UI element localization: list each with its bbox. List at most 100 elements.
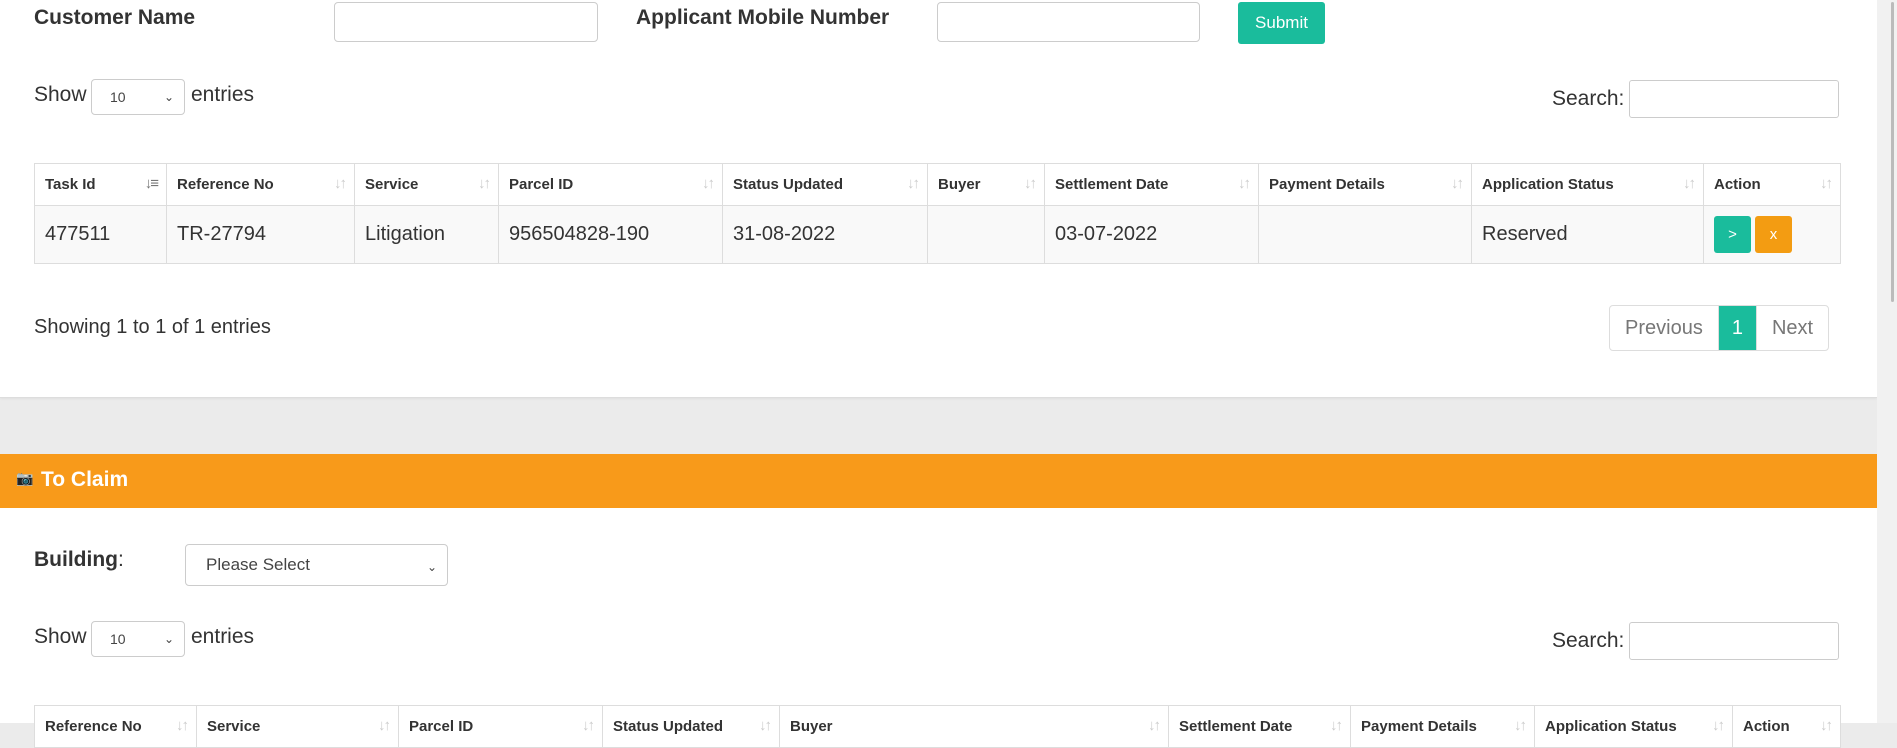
column-label: Settlement Date — [1055, 176, 1169, 193]
column-label: Parcel ID — [509, 176, 574, 193]
table-row: 477511 TR-27794 Litigation 956504828-190… — [34, 205, 1841, 264]
cell-status-updated: 31-08-2022 — [722, 205, 928, 264]
scrollbar-thumb[interactable] — [1891, 2, 1894, 302]
column-header-buyer[interactable]: Buyer ↓↑ — [779, 705, 1169, 748]
pagination-next[interactable]: Next — [1755, 306, 1828, 350]
cell-buyer — [927, 205, 1045, 264]
claim-header: 📷 To Claim — [0, 454, 1877, 508]
column-header-settlement-date[interactable]: Settlement Date ↓↑ — [1168, 705, 1351, 748]
column-label: Status Updated — [613, 718, 724, 735]
pagination-previous[interactable]: Previous — [1610, 306, 1719, 350]
column-label: Action — [1714, 176, 1761, 193]
column-header-buyer[interactable]: Buyer ↓↑ — [927, 163, 1045, 206]
sort-icon: ↓↑ — [334, 175, 347, 192]
sort-icon: ↓↑ — [1330, 717, 1343, 734]
search-label: Search: — [1552, 87, 1625, 110]
column-label: Action — [1743, 718, 1790, 735]
column-header-service[interactable]: Service ↓↑ — [354, 163, 499, 206]
column-label: Status Updated — [733, 176, 844, 193]
proceed-button[interactable]: > — [1714, 216, 1751, 253]
claim-table: Reference No ↓↑ Service ↓↑ Parcel ID ↓↑ Sta… — [34, 705, 1841, 748]
column-header-action[interactable]: Action ↓↑ — [1703, 163, 1841, 206]
column-label: Service — [365, 176, 419, 193]
mobile-number-input[interactable] — [937, 2, 1200, 42]
column-header-application-status[interactable]: Application Status ↓↑ — [1534, 705, 1733, 748]
cell-application-status: Reserved — [1471, 205, 1704, 264]
customer-name-label: Customer Name — [34, 6, 196, 29]
column-header-action[interactable]: Action ↓↑ — [1732, 705, 1841, 748]
cell-parcel-id: 956504828-190 — [498, 205, 723, 264]
entries-length-value: 10 — [110, 89, 126, 105]
sort-icon: ↓↑ — [1148, 717, 1161, 734]
chevron-down-icon: ⌄ — [163, 90, 174, 104]
sort-icon: ↓↑ — [1451, 175, 1464, 192]
sort-icon: ↓↑ — [1820, 175, 1833, 192]
column-label: Task Id — [45, 176, 96, 193]
column-label: Reference No — [177, 176, 274, 193]
column-label: Reference No — [45, 718, 142, 735]
claim-title: To Claim — [41, 468, 129, 491]
pagination-page-1[interactable]: 1 — [1718, 306, 1756, 350]
column-label: Parcel ID — [409, 718, 474, 735]
sort-icon: ↓↑ — [1024, 175, 1037, 192]
column-header-reference-no[interactable]: Reference No ↓↑ — [166, 163, 355, 206]
task-table: Task Id ↓≡ Reference No ↓↑ Service ↓↑ Parce… — [34, 163, 1841, 264]
sort-icon: ↓↑ — [1820, 717, 1833, 734]
building-label-text: Building — [34, 548, 118, 571]
cell-task-id: 477511 — [34, 205, 167, 264]
claim-search-label: Search: — [1552, 629, 1625, 652]
sort-icon: ↓↑ — [1514, 717, 1527, 734]
building-select[interactable]: Please Select ⌄ — [185, 544, 448, 586]
column-header-parcel-id[interactable]: Parcel ID ↓↑ — [498, 163, 723, 206]
claim-entries-length-select[interactable]: 10 ⌄ — [91, 621, 185, 657]
cell-action: > x — [1703, 205, 1841, 264]
column-label: Application Status — [1545, 718, 1677, 735]
cell-settlement-date: 03-07-2022 — [1044, 205, 1259, 264]
claim-entries-length-value: 10 — [110, 631, 126, 647]
entries-length-select[interactable]: 10 ⌄ — [91, 79, 185, 115]
column-label: Buyer — [790, 718, 833, 735]
sort-icon: ↓↑ — [478, 175, 491, 192]
column-header-service[interactable]: Service ↓↑ — [196, 705, 399, 748]
table-info: Showing 1 to 1 of 1 entries — [34, 316, 271, 338]
claim-show-label: Show — [34, 625, 87, 648]
sort-icon: ↓↑ — [907, 175, 920, 192]
column-header-reference-no[interactable]: Reference No ↓↑ — [34, 705, 197, 748]
sort-icon: ↓↑ — [759, 717, 772, 734]
sort-icon: ↓↑ — [1683, 175, 1696, 192]
building-select-value: Please Select — [206, 555, 310, 574]
column-header-payment-details[interactable]: Payment Details ↓↑ — [1258, 163, 1472, 206]
task-panel: Customer Name Applicant Mobile Number Su… — [0, 0, 1877, 398]
claim-table-header-row: Reference No ↓↑ Service ↓↑ Parcel ID ↓↑ Sta… — [34, 705, 1841, 748]
customer-name-input[interactable] — [334, 2, 598, 42]
table-header-row: Task Id ↓≡ Reference No ↓↑ Service ↓↑ Parce… — [34, 163, 1841, 206]
cell-reference-no: TR-27794 — [166, 205, 355, 264]
chevron-down-icon: ⌄ — [426, 560, 437, 574]
column-header-status-updated[interactable]: Status Updated ↓↑ — [722, 163, 928, 206]
sort-icon: ↓↑ — [702, 175, 715, 192]
vertical-scrollbar[interactable] — [1877, 0, 1897, 723]
sort-icon: ↓↑ — [1712, 717, 1725, 734]
building-label: Building: — [34, 548, 124, 572]
sort-icon: ↓↑ — [582, 717, 595, 734]
claim-search-input[interactable] — [1629, 622, 1839, 660]
search-input[interactable] — [1629, 80, 1839, 118]
column-label: Service — [207, 718, 261, 735]
sort-asc-icon: ↓≡ — [144, 175, 159, 192]
cell-payment-details — [1258, 205, 1472, 264]
cancel-button[interactable]: x — [1755, 216, 1792, 253]
cell-service: Litigation — [354, 205, 499, 264]
column-label: Application Status — [1482, 176, 1614, 193]
column-header-task-id[interactable]: Task Id ↓≡ — [34, 163, 167, 206]
sort-icon: ↓↑ — [1238, 175, 1251, 192]
column-label: Settlement Date — [1179, 718, 1293, 735]
column-header-status-updated[interactable]: Status Updated ↓↑ — [602, 705, 780, 748]
pagination: Previous 1 Next — [1609, 305, 1830, 351]
column-header-application-status[interactable]: Application Status ↓↑ — [1471, 163, 1704, 206]
camera-icon: 📷 — [16, 470, 34, 486]
column-header-parcel-id[interactable]: Parcel ID ↓↑ — [398, 705, 603, 748]
submit-button[interactable]: Submit — [1238, 2, 1325, 44]
entries-label: entries — [191, 83, 255, 106]
column-header-settlement-date[interactable]: Settlement Date ↓↑ — [1044, 163, 1259, 206]
column-header-payment-details[interactable]: Payment Details ↓↑ — [1350, 705, 1535, 748]
